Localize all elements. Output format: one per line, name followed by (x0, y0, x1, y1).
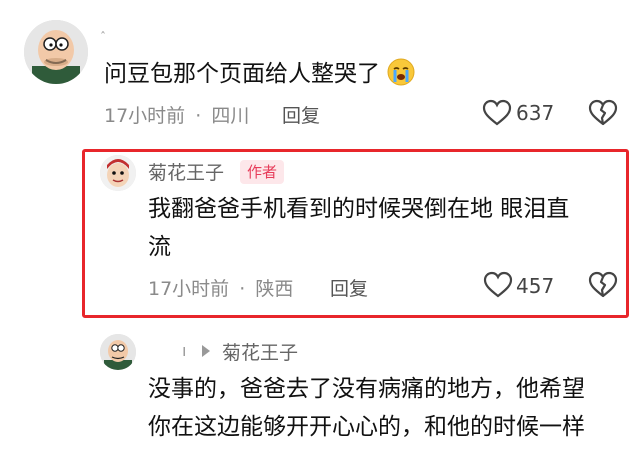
comment-location: 四川 (211, 105, 250, 127)
reply-meta-dot: · (239, 278, 246, 300)
like-heart-icon[interactable] (482, 99, 512, 127)
sub-reply-text[interactable]: 没事的，爸爸去了没有病痛的地方，他希望 你在这边能够开开心心的，和他的时候一样 (148, 370, 628, 446)
comment-time: 17小时前 (104, 105, 186, 127)
comment-text[interactable]: 问豆包那个页面给人整哭了 (104, 55, 415, 93)
sub-reply-avatar[interactable] (100, 334, 136, 370)
reply-username[interactable]: 菊花王子 (148, 158, 224, 185)
meta-dot: · (195, 105, 202, 127)
sub-reply-username[interactable]: 菊花王子 (222, 338, 298, 365)
reply-text-line2: 流 (148, 234, 171, 260)
comment-text-label: 问豆包那个页面给人整哭了 (104, 61, 380, 87)
reply-reply-button[interactable]: 回复 (330, 274, 368, 301)
reply-arrow-icon (200, 344, 212, 358)
sub-reply-text-line1: 没事的，爸爸去了没有病痛的地方，他希望 (148, 376, 585, 402)
like-count: 637 (516, 101, 555, 125)
reply-text[interactable]: 我翻爸爸手机看到的时候哭倒在地 眼泪直 流 (148, 190, 618, 266)
reply-meta: 17小时前 · 陕西 (148, 274, 293, 301)
avatar[interactable] (24, 20, 88, 84)
reply-button[interactable]: 回复 (282, 101, 320, 128)
sub-reply-avatar-image (100, 334, 136, 370)
reply-broken-heart-icon[interactable] (588, 271, 618, 299)
author-badge: 作者 (240, 160, 285, 184)
sub-reply-marker: ı (182, 341, 187, 360)
reply-time: 17小时前 (148, 278, 230, 300)
reply-location: 陕西 (255, 278, 294, 300)
reply-text-line1: 我翻爸爸手机看到的时候哭倒在地 眼泪直 (148, 196, 570, 222)
broken-heart-icon[interactable] (588, 99, 618, 127)
avatar-image (24, 20, 88, 84)
reply-like-heart-icon[interactable] (483, 271, 513, 299)
reply-like-count: 457 (516, 274, 555, 298)
reply-avatar[interactable] (100, 155, 136, 191)
sub-reply-text-line2: 你在这边能够开开心心的，和他的时候一样 (148, 414, 585, 440)
reply-avatar-image (100, 155, 136, 191)
comment-meta: 17小时前 · 四川 (104, 101, 249, 128)
tiny-indicator: ˆ (100, 30, 106, 44)
crying-face-icon (387, 58, 415, 86)
